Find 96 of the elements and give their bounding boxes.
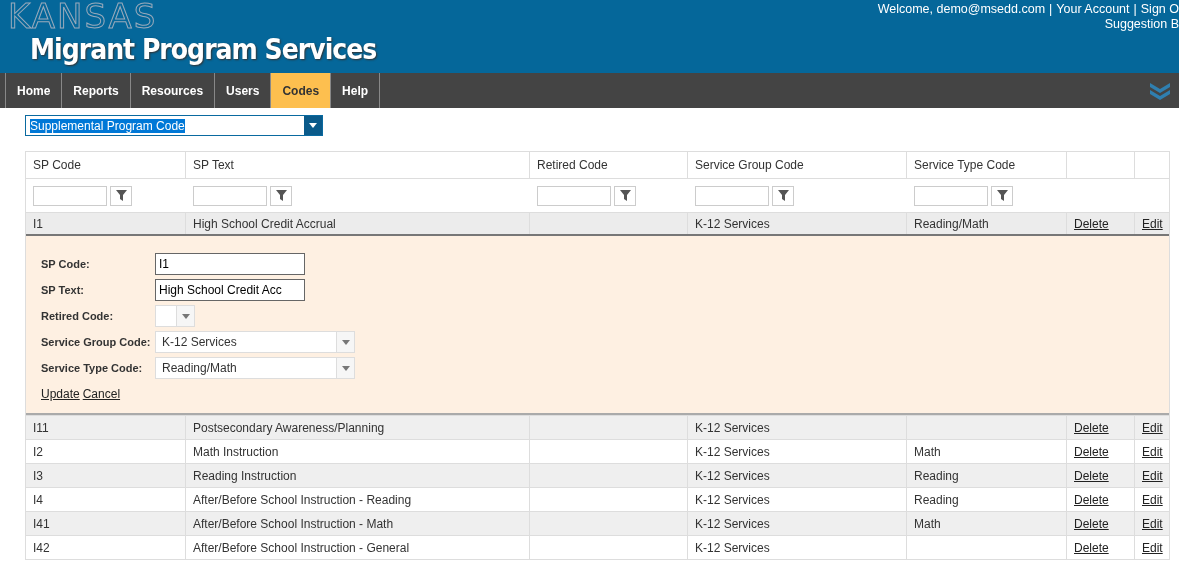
- table-cell: K-12 Services: [695, 468, 770, 483]
- delete-link[interactable]: Delete: [1074, 492, 1109, 507]
- delete-link[interactable]: Delete: [1074, 540, 1109, 555]
- table-row[interactable]: I1 High School Credit Accrual K-12 Services Reading/Math Delete Edit: [26, 212, 1169, 236]
- edit-link[interactable]: Edit: [1142, 468, 1163, 483]
- table-cell: Postsecondary Awareness/Planning: [193, 420, 385, 435]
- edit-link[interactable]: Edit: [1142, 492, 1163, 507]
- table-cell: Reading Instruction: [193, 468, 297, 483]
- column-header[interactable]: Service Group Code: [688, 152, 907, 178]
- input-field[interactable]: I1: [155, 253, 305, 275]
- filter-button[interactable]: [772, 185, 794, 206]
- table-cell: K-12 Services: [695, 420, 770, 435]
- table-cell: K-12 Services: [695, 540, 770, 555]
- field-label: Service Group Code:: [41, 336, 152, 348]
- delete-link[interactable]: Delete: [1074, 444, 1109, 459]
- delete-link[interactable]: Delete: [1074, 420, 1109, 435]
- table-cell: K-12 Services: [695, 444, 770, 459]
- field-label: SP Code:: [41, 258, 91, 270]
- separator-text: |: [1133, 2, 1137, 17]
- logo-outline-text: KANSAS: [8, 0, 158, 36]
- table-cell: K-12 Services: [695, 492, 770, 507]
- code-type-dropdown[interactable]: Supplemental Program Code: [25, 115, 323, 136]
- welcome-text: Welcome, demo@msedd.com: [877, 2, 1046, 17]
- table-cell: Reading: [914, 492, 959, 507]
- field-label: Service Type Code:: [41, 362, 144, 374]
- site-title: Migrant Program Services: [30, 33, 377, 66]
- update-link[interactable]: Update: [41, 387, 80, 401]
- table-cell: High School Credit Accrual: [193, 216, 336, 231]
- input-field[interactable]: High School Credit Acc: [155, 279, 305, 301]
- filter-icon: [275, 190, 287, 201]
- field-label: SP Text:: [41, 284, 85, 296]
- table-cell: I41: [33, 516, 50, 531]
- nav-tab[interactable]: Resources: [129, 73, 215, 108]
- filter-icon: [777, 190, 789, 201]
- table-cell: Reading: [914, 468, 959, 483]
- nav-tab[interactable]: Reports: [61, 73, 130, 108]
- nav-tab[interactable]: Home: [5, 73, 62, 108]
- column-header[interactable]: Retired Code: [530, 152, 688, 178]
- table-cell: K-12 Services: [695, 516, 770, 531]
- delete-link[interactable]: Delete: [1074, 516, 1109, 531]
- table-cell: After/Before School Instruction - Reading: [193, 492, 412, 507]
- caret-icon: [181, 313, 190, 319]
- table-row[interactable]: I11 Postsecondary Awareness/Planning K-12 Services Delete Edit: [26, 415, 1169, 439]
- caret-icon: [309, 123, 317, 128]
- cancel-link[interactable]: Cancel: [82, 387, 121, 401]
- filter-icon: [619, 190, 631, 201]
- edit-link[interactable]: Edit: [1142, 444, 1163, 459]
- separator-text: |: [1049, 2, 1053, 17]
- edit-link[interactable]: Edit: [1142, 216, 1163, 231]
- dropdown[interactable]: K-12 Services: [155, 331, 355, 353]
- table-cell: I2: [33, 444, 43, 459]
- delete-link[interactable]: Delete: [1074, 468, 1109, 483]
- table-cell: I11: [33, 420, 49, 435]
- table-cell: I42: [33, 540, 50, 555]
- table-cell: Reading/Math: [914, 216, 989, 231]
- filter-icon: [996, 190, 1008, 201]
- edit-link[interactable]: Edit: [1142, 516, 1163, 531]
- caret-icon: [341, 339, 350, 345]
- table-cell: I3: [33, 468, 43, 483]
- filter-button[interactable]: [991, 185, 1013, 206]
- filter-field[interactable]: [33, 185, 107, 206]
- table-cell: K-12 Services: [695, 216, 770, 231]
- column-header[interactable]: Service Type Code: [907, 152, 1067, 178]
- nav-tab[interactable]: Codes: [270, 73, 331, 108]
- header-link[interactable]: Your Account: [1056, 2, 1130, 17]
- table-cell: Math: [914, 444, 941, 459]
- filter-icon: [115, 190, 127, 201]
- column-header[interactable]: SP Text: [186, 152, 530, 178]
- edit-link[interactable]: Edit: [1142, 540, 1163, 555]
- dropdown[interactable]: [155, 305, 195, 327]
- double-chevron-icon[interactable]: [1149, 80, 1171, 101]
- filter-field[interactable]: [193, 185, 267, 206]
- filter-button[interactable]: [614, 185, 636, 206]
- filter-field[interactable]: [695, 185, 769, 206]
- filter-button[interactable]: [110, 185, 132, 206]
- table-cell: After/Before School Instruction - General: [193, 540, 410, 555]
- table-cell: Math: [914, 516, 941, 531]
- field-label: Retired Code:: [41, 310, 115, 322]
- filter-field[interactable]: [537, 185, 611, 206]
- filter-button[interactable]: [270, 185, 292, 206]
- table-cell: After/Before School Instruction - Math: [193, 516, 394, 531]
- caret-icon: [341, 365, 350, 371]
- nav-tab[interactable]: Help: [330, 73, 381, 108]
- table-row[interactable]: I42 After/Before School Instruction - General K-12 Services Delete Edit: [26, 535, 1169, 559]
- header-link[interactable]: Sign O: [1140, 2, 1179, 17]
- header-link[interactable]: Suggestion B: [1104, 17, 1179, 32]
- dropdown[interactable]: Reading/Math: [155, 357, 355, 379]
- table-cell: I4: [33, 492, 43, 507]
- delete-link[interactable]: Delete: [1074, 216, 1109, 231]
- table-row[interactable]: I3 Reading Instruction K-12 Services Reading Delete Edit: [26, 463, 1169, 487]
- edit-link[interactable]: Edit: [1142, 420, 1163, 435]
- filter-field[interactable]: [914, 185, 988, 206]
- table-row[interactable]: I41 After/Before School Instruction - Math K-12 Services Math Delete Edit: [26, 511, 1169, 535]
- table-cell: Math Instruction: [193, 444, 279, 459]
- column-header[interactable]: SP Code: [26, 152, 186, 178]
- table-cell: I1: [33, 216, 43, 231]
